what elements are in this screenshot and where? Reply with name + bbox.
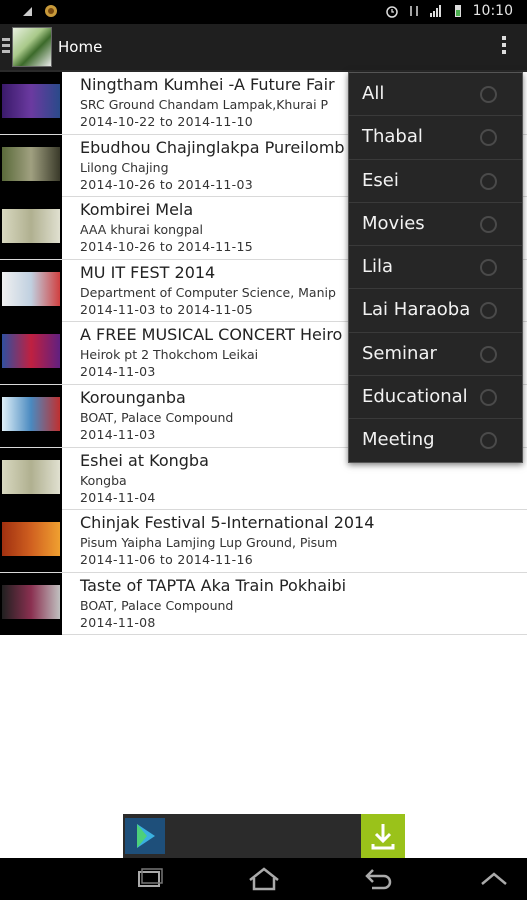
event-date: 2014-11-04 (80, 489, 156, 505)
thumbnail-image (2, 334, 60, 369)
action-bar: Home (0, 24, 527, 72)
event-title: Korounganba (80, 387, 186, 407)
event-place: Department of Computer Science, Manip (80, 284, 336, 300)
event-date: 2014-10-26 to 2014-11-15 (80, 239, 253, 255)
thumbnail-image (2, 84, 60, 118)
radio-button[interactable] (480, 432, 497, 450)
event-title: Eshei at Kongba (80, 450, 209, 470)
menu-item-movies[interactable]: Movies (349, 203, 522, 247)
event-thumbnail (0, 197, 62, 260)
menu-item-all[interactable]: All (349, 73, 522, 117)
up-icon[interactable] (474, 866, 514, 892)
event-title: Kombirei Mela (80, 200, 194, 220)
menu-item-label: Meeting (362, 429, 435, 451)
event-date: 2014-11-03 to 2014-11-05 (80, 301, 253, 317)
event-date: 2014-11-06 to 2014-11-16 (80, 552, 253, 568)
event-title: Ebudhou Chajinglakpa Pureilomb (80, 137, 345, 157)
page-title: Home (58, 38, 103, 56)
radio-button[interactable] (480, 215, 497, 233)
thumbnail-image (2, 396, 60, 431)
navigation-bar (0, 858, 527, 900)
event-title: Taste of TAPTA Aka Train Pokhaibi (80, 575, 347, 595)
menu-item-label: Lai Haraoba (362, 299, 471, 321)
thumbnail-image (2, 584, 60, 619)
menu-item-label: Lila (362, 256, 394, 278)
event-date: 2014-11-03 (80, 364, 156, 380)
event-thumbnail (0, 447, 62, 510)
radio-button[interactable] (480, 86, 497, 103)
recent-apps-icon[interactable] (130, 866, 170, 892)
event-thumbnail (0, 134, 62, 197)
event-date: 2014-11-03 (80, 426, 156, 442)
event-thumbnail (0, 322, 62, 385)
menu-item-meeting[interactable]: Meeting (349, 419, 522, 461)
thumbnail-image (2, 271, 60, 306)
event-place: Pisum Yaipha Lamjing Lup Ground, Pisum (80, 535, 338, 551)
event-thumbnail (0, 72, 62, 134)
event-title: Ningtham Kumhei -A Future Fair (80, 75, 335, 94)
event-date: 2014-10-22 to 2014-11-10 (80, 114, 253, 129)
thumbnail-image (2, 522, 60, 557)
alarm-icon (385, 6, 398, 18)
menu-item-label: Esei (362, 169, 399, 191)
menu-item-lai-haraoba[interactable]: Lai Haraoba (349, 289, 522, 333)
notification-icon (45, 5, 57, 17)
event-date: 2014-11-08 (80, 614, 156, 630)
event-place: AAA khurai kongpal (80, 222, 204, 238)
app-logo[interactable] (12, 27, 52, 67)
home-icon[interactable] (244, 866, 284, 892)
event-date: 2014-10-26 to 2014-11-03 (80, 176, 253, 192)
radio-button[interactable] (480, 389, 497, 407)
status-left (20, 4, 58, 18)
thumbnail-image (2, 459, 60, 494)
menu-item-educational[interactable]: Educational (349, 376, 522, 420)
ad-banner[interactable] (123, 814, 405, 858)
status-time: 10:10 (472, 3, 513, 19)
data-icon (409, 6, 418, 16)
radio-button[interactable] (480, 302, 497, 320)
menu-item-seminar[interactable]: Seminar (349, 333, 522, 377)
thumbnail-image (2, 209, 60, 244)
event-place: Kongba (80, 472, 127, 488)
usb-icon (23, 7, 32, 16)
play-store-icon (125, 818, 165, 854)
overflow-menu-icon[interactable] (501, 36, 507, 57)
radio-button[interactable] (480, 129, 497, 147)
event-place: BOAT, Palace Compound (80, 597, 234, 613)
menu-item-label: Thabal (362, 126, 423, 148)
radio-button[interactable] (480, 259, 497, 277)
drawer-icon[interactable] (2, 35, 10, 57)
event-place: SRC Ground Chandam Lampak,Khurai P (80, 97, 329, 112)
event-place: Lilong Chajing (80, 159, 169, 175)
list-item[interactable]: Taste of TAPTA Aka Train Pokhaibi BOAT, … (0, 572, 527, 636)
list-item[interactable]: Chinjak Festival 5-International 2014 Pi… (0, 510, 527, 573)
event-title: A FREE MUSICAL CONCERT Heiro (80, 325, 343, 345)
menu-item-thabal[interactable]: Thabal (349, 116, 522, 160)
event-thumbnail (0, 384, 62, 447)
battery-icon (454, 5, 461, 17)
menu-item-esei[interactable]: Esei (349, 160, 522, 203)
event-thumbnail (0, 259, 62, 322)
radio-button[interactable] (480, 345, 497, 363)
event-place: BOAT, Palace Compound (80, 409, 234, 425)
event-title: Chinjak Festival 5-International 2014 (80, 513, 375, 533)
event-place: Heirok pt 2 Thokchom Leikai (80, 347, 259, 363)
menu-item-lila[interactable]: Lila (349, 246, 522, 290)
radio-button[interactable] (480, 172, 497, 190)
filter-menu: All Thabal Esei Movies Lila Lai Haraoba … (348, 72, 523, 463)
menu-item-label: Educational (362, 386, 468, 408)
event-thumbnail (0, 510, 62, 573)
status-bar: 10:10 (0, 0, 527, 24)
menu-item-label: Seminar (362, 342, 437, 364)
status-right: 10:10 (385, 3, 513, 19)
event-title: MU IT FEST 2014 (80, 262, 216, 282)
signal-icon (429, 5, 441, 17)
download-icon[interactable] (361, 814, 405, 858)
thumbnail-image (2, 146, 60, 181)
back-icon[interactable] (358, 866, 398, 892)
menu-item-label: All (362, 83, 385, 104)
event-thumbnail (0, 572, 62, 635)
menu-item-label: Movies (362, 212, 425, 234)
